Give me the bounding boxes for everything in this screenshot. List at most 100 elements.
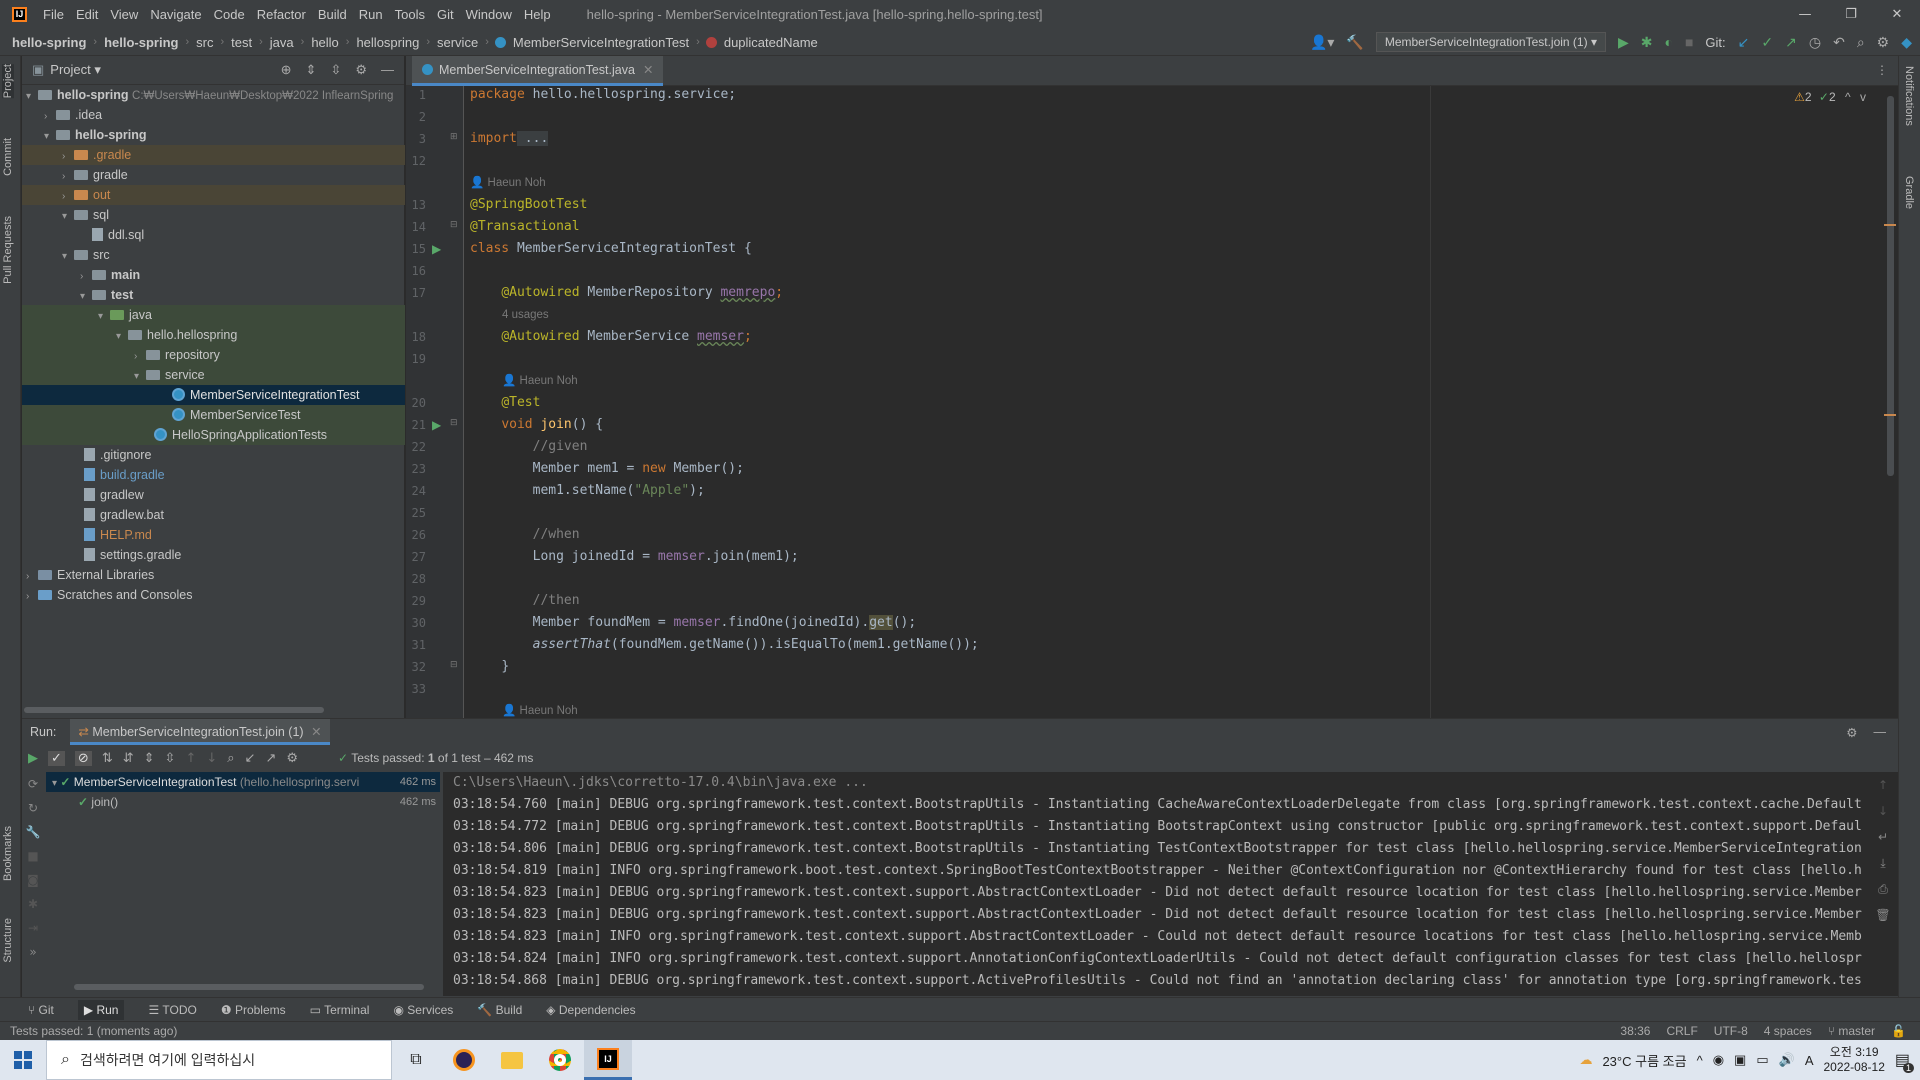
taskbar-app-explorer[interactable] [488, 1040, 536, 1080]
print-icon[interactable]: ⎙ [1868, 876, 1898, 902]
tray-app-icon[interactable]: ◉ [1713, 1052, 1724, 1068]
tree-row[interactable]: gradlew [22, 485, 405, 505]
tree-row[interactable]: ▾ hello-spring [22, 125, 405, 145]
tool-gradle[interactable]: Gradle [1903, 176, 1915, 209]
gear-icon[interactable]: ⚙ [286, 751, 298, 766]
tool-tab-dependencies[interactable]: ◈ Dependencies [546, 1003, 635, 1017]
breadcrumb-method[interactable]: duplicatedName [720, 35, 822, 50]
tree-row[interactable]: › Scratches and Consoles [22, 585, 405, 605]
tree-row[interactable]: › .gradle [22, 145, 405, 165]
menu-tools[interactable]: Tools [389, 7, 431, 22]
fold-icon[interactable]: ⊟ [450, 660, 458, 670]
next-failed-icon[interactable]: ↓ [206, 751, 217, 766]
history-icon[interactable]: ◷ [1809, 35, 1821, 49]
tool-tab-terminal[interactable]: ▭ Terminal [310, 1003, 370, 1017]
menu-code[interactable]: Code [208, 7, 251, 22]
coverage-icon[interactable]: ◐ [1664, 35, 1672, 49]
show-ignored-icon[interactable]: ⊘ [74, 750, 92, 766]
git-commit-icon[interactable]: ✓ [1761, 35, 1773, 49]
tree-row[interactable]: ▾ service [22, 365, 405, 385]
taskbar-app-chrome[interactable] [536, 1040, 584, 1080]
git-branch[interactable]: ⑂ master [1828, 1024, 1875, 1038]
tree-row[interactable]: ▾ test [22, 285, 405, 305]
run-test-gutter-icon[interactable]: ▶ [432, 418, 441, 432]
tool-structure[interactable]: Structure [2, 918, 14, 963]
tool-project[interactable]: Project [2, 64, 14, 99]
tool-commit[interactable]: Commit [2, 138, 14, 176]
rerun-failed-icon[interactable]: ⟳ [22, 772, 44, 796]
run-icon[interactable]: ▶ [1618, 35, 1629, 49]
ime-indicator[interactable]: A [1805, 1053, 1814, 1068]
expand-all-icon[interactable]: ⇕ [306, 62, 317, 78]
tree-row[interactable]: gradlew.bat [22, 505, 405, 525]
tree-row[interactable]: ▾ java [22, 305, 405, 325]
breadcrumb-java[interactable]: java [266, 35, 298, 50]
line-separator[interactable]: CRLF [1666, 1024, 1697, 1038]
breadcrumb-module[interactable]: hello-spring [100, 35, 182, 50]
soft-wrap-icon[interactable]: ↵ [1868, 824, 1898, 850]
exit-icon[interactable]: ⇥ [22, 916, 44, 940]
trash-icon[interactable]: 🗑 [1868, 902, 1898, 928]
user-icon[interactable]: 👤▾ [1310, 35, 1334, 49]
start-button[interactable] [0, 1040, 46, 1080]
collapse-all-icon[interactable]: ⇳ [330, 62, 341, 78]
git-update-icon[interactable]: ↙ [1738, 35, 1750, 49]
menu-navigate[interactable]: Navigate [144, 7, 207, 22]
task-view-button[interactable]: ⧉ [392, 1040, 440, 1080]
locate-icon[interactable]: ⊕ [281, 62, 292, 78]
clock[interactable]: 오전 3:19 2022-08-12 [1823, 1045, 1884, 1075]
toggle-auto-test-icon[interactable]: ↻ [22, 796, 44, 820]
taskbar-app-intellij[interactable]: IJ [584, 1040, 632, 1080]
rerun-icon[interactable]: ▶ [28, 751, 38, 766]
tool-pull-requests[interactable]: Pull Requests [2, 216, 14, 284]
run-test-gutter-icon[interactable]: ▶ [432, 242, 441, 256]
file-encoding[interactable]: UTF-8 [1714, 1024, 1748, 1038]
debug-icon[interactable]: ✱ [22, 892, 44, 916]
chevron-down-icon[interactable]: v [1860, 90, 1866, 104]
stop-icon[interactable]: ■ [1685, 35, 1693, 49]
chevron-up-icon[interactable]: ^ [1845, 90, 1851, 104]
notification-center-icon[interactable]: ▤ 1 [1895, 1050, 1914, 1073]
tray-app-icon[interactable]: ▣ [1734, 1052, 1746, 1068]
console-output[interactable]: C:\Users\Haeun\.jdks\corretto-17.0.4\bin… [443, 772, 1898, 996]
more-icon[interactable]: » [22, 940, 44, 964]
settings-icon[interactable]: ⚙ [1877, 35, 1890, 49]
test-row[interactable]: ✓ join() 462 ms [46, 792, 440, 812]
tree-row[interactable]: ▾ src [22, 245, 405, 265]
tree-row[interactable]: › gradle [22, 165, 405, 185]
tree-row[interactable]: HelloSpringApplicationTests [22, 425, 405, 445]
inspection-widget[interactable]: ⚠2 ✓2 ^ v [1794, 90, 1866, 104]
tool-notifications[interactable]: Notifications [1903, 66, 1915, 126]
horizontal-scrollbar[interactable] [74, 984, 424, 990]
menu-refactor[interactable]: Refactor [251, 7, 312, 22]
show-passed-icon[interactable]: ✓ [48, 750, 65, 766]
breadcrumb-project[interactable]: hello-spring [8, 35, 90, 50]
chevron-up-icon[interactable]: ^ [1697, 1053, 1703, 1068]
menu-git[interactable]: Git [431, 7, 460, 22]
tree-row[interactable]: ddl.sql [22, 225, 405, 245]
tool-tab-run[interactable]: ▶ Run [77, 999, 125, 1020]
tree-row[interactable]: MemberServiceTest [22, 405, 405, 425]
build-hammer-icon[interactable]: 🔨 [1346, 35, 1363, 49]
menu-window[interactable]: Window [460, 7, 518, 22]
horizontal-scrollbar[interactable] [24, 707, 324, 713]
run-configuration-select[interactable]: MemberServiceIntegrationTest.join (1) ▾ [1375, 32, 1606, 52]
stop-icon[interactable]: ■ [22, 844, 44, 868]
vertical-scrollbar[interactable] [1887, 96, 1894, 476]
tree-row[interactable]: ▾ sql [22, 205, 405, 225]
fold-icon[interactable]: ⊟ [450, 418, 458, 428]
tool-tab-build[interactable]: 🔨 Build [477, 1003, 522, 1017]
tree-row[interactable]: settings.gradle [22, 545, 405, 565]
close-tab-icon[interactable]: ✕ [311, 725, 321, 739]
taskbar-app-eclipse[interactable] [440, 1040, 488, 1080]
tool-tab-problems[interactable]: ❶ Problems [221, 1003, 286, 1017]
project-view-select[interactable]: Project ▾ [50, 62, 101, 78]
network-icon[interactable]: ▭ [1756, 1052, 1768, 1068]
expand-all-icon[interactable]: ⇕ [144, 751, 155, 766]
tab-options-icon[interactable]: ⋮ [1876, 63, 1888, 77]
indent-setting[interactable]: 4 spaces [1764, 1024, 1812, 1038]
tree-row[interactable]: ▾ hello-spring C:₩Users₩Haeun₩Desktop₩202… [22, 85, 405, 105]
export-tests-icon[interactable]: ↗ [265, 751, 276, 766]
scroll-to-end-icon[interactable]: ⤓ [1868, 850, 1898, 876]
menu-help[interactable]: Help [518, 7, 557, 22]
